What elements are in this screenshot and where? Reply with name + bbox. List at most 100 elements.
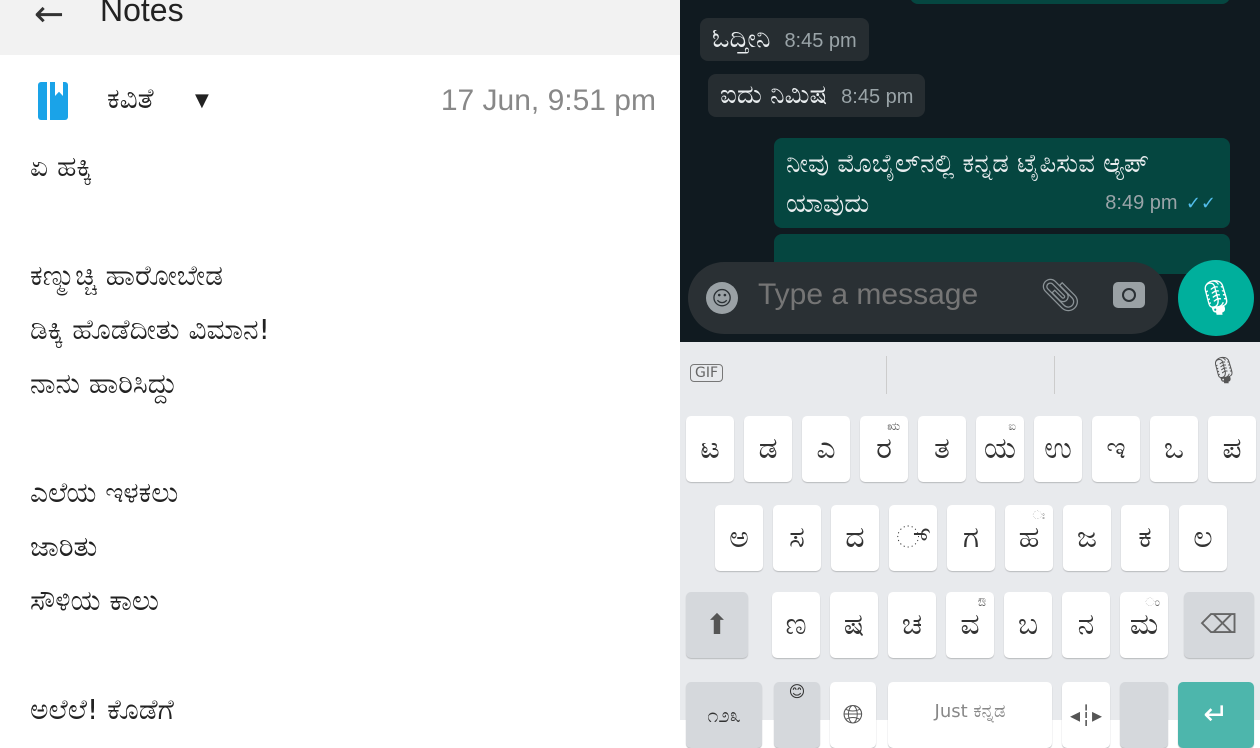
double-check-icon: ✓✓ <box>1185 193 1216 214</box>
notes-app: ← Notes ಕವಿತೆ ▼ 17 Jun, 9:51 pm ಏ ಹಕ್ಕಿ ಕ… <box>0 0 680 726</box>
key-hint: ಂ <box>1145 595 1160 609</box>
note-line: ಸೌಳಿಯ ಕಾಲು <box>30 584 159 618</box>
key[interactable]: ರಋ <box>860 416 908 482</box>
space-key[interactable]: Just ಕನ್ನಡ <box>888 682 1052 748</box>
key-label: ಚ <box>901 607 923 642</box>
key-label: ಸ <box>789 520 805 555</box>
key-hint: ಃ <box>1032 508 1045 522</box>
camera-icon[interactable] <box>1113 282 1145 308</box>
note-line <box>30 629 270 683</box>
key-hint: ಐ <box>1008 419 1016 433</box>
period-key[interactable] <box>1120 682 1168 748</box>
message-input-bar[interactable]: ☺ 📎︎ <box>688 262 1168 334</box>
key[interactable]: ಅ <box>715 505 763 571</box>
key[interactable]: ಮಂ <box>1120 592 1168 658</box>
gif-button[interactable]: GIF <box>690 364 724 382</box>
key-hint: ಔ <box>977 595 986 609</box>
note-line <box>30 411 270 465</box>
key-label: ಗ <box>962 520 980 555</box>
mic-icon: 🎙︎ <box>1194 278 1238 318</box>
key[interactable]: ್ <box>889 505 937 571</box>
message-bubble[interactable]: ಐದು ನಿಮಿಷ 8:45 pm <box>708 74 926 117</box>
key[interactable]: ಉ <box>1034 416 1082 482</box>
key[interactable]: ಹಃ <box>1005 505 1053 571</box>
message-input[interactable] <box>758 278 1018 312</box>
key-label: ದ <box>845 520 865 555</box>
key[interactable]: ಣ <box>772 592 820 658</box>
key[interactable]: ಕ <box>1121 505 1169 571</box>
notes-header: ← Notes <box>0 0 680 55</box>
mic-button[interactable]: 🎙︎ <box>1178 260 1254 336</box>
enter-icon: ↵ <box>1203 697 1229 732</box>
note-line: ನಾನು ಹಾರಿಸಿದ್ದು <box>30 367 178 401</box>
key-label: ್ <box>896 520 930 555</box>
note-line: ಅಲೆಲೆ! ಕೊಡೆಗೆ <box>30 692 174 726</box>
note-line: ಕಣ್ಮುಚ್ಚಿ ಹಾರೋಬೇಡ <box>30 258 223 292</box>
emoji-icon[interactable]: ☺ <box>706 282 738 314</box>
key-label: ಮ <box>1129 607 1159 642</box>
globe-key[interactable]: 🌐︎ <box>830 682 876 748</box>
emoji-key[interactable]: 😊 <box>774 682 820 748</box>
voice-input-icon[interactable]: 🎙︎ <box>1207 356 1240 386</box>
key[interactable]: ವಔ <box>946 592 994 658</box>
key[interactable]: ಟ <box>686 416 734 482</box>
key-label: ವ <box>960 607 980 642</box>
key[interactable]: ಷ <box>830 592 878 658</box>
key-label: ಡ <box>758 431 778 466</box>
shift-key[interactable]: ⬆ <box>686 592 748 658</box>
symbols-key[interactable]: ೧೨೩ <box>686 682 762 748</box>
key[interactable]: ಬ <box>1004 592 1052 658</box>
key[interactable]: ಎ <box>802 416 850 482</box>
key-label: ಟ <box>700 431 720 466</box>
key-label: ಪ <box>1222 431 1242 466</box>
key[interactable]: ಲ <box>1179 505 1227 571</box>
paperclip-icon[interactable]: 📎︎ <box>1040 276 1081 314</box>
key-label: ಷ <box>843 607 865 642</box>
key[interactable]: ಇ <box>1092 416 1140 482</box>
back-arrow-icon[interactable]: ← <box>34 0 64 35</box>
key-label: ತ <box>934 431 950 466</box>
divider <box>1054 356 1055 394</box>
message-bubble[interactable]: ನೀವು ಮೊಬೈಲ್‌ನಲ್ಲಿ ಕನ್ನಡ ಟೈಪಿಸುವ ಆ್ಯಪ್ ಯಾ… <box>774 138 1230 228</box>
key-label: ಬ <box>1017 607 1039 642</box>
key[interactable]: ಡ <box>744 416 792 482</box>
key[interactable]: ತ <box>918 416 966 482</box>
key-label: ರ <box>876 431 892 466</box>
key-label: ಲ <box>1193 520 1213 555</box>
key-label: ಯ <box>983 431 1017 466</box>
key-label: ಜ <box>1076 520 1098 555</box>
key[interactable]: ಒ <box>1150 416 1198 482</box>
message-time: 8:45 pm <box>841 86 914 108</box>
key[interactable]: ಗ <box>947 505 995 571</box>
message-text: ಓದ್ತೀನಿ <box>712 24 771 54</box>
key-label: ಹ <box>1018 520 1040 555</box>
cursor-move-key[interactable]: ◂┆▸ <box>1062 682 1110 748</box>
note-line <box>30 194 270 248</box>
message-bubble[interactable]: ಓದ್ತೀನಿ 8:45 pm <box>700 18 869 61</box>
page-title: Notes <box>100 0 184 28</box>
key-label: ನ <box>1077 607 1095 642</box>
globe-icon: 🌐︎ <box>842 700 864 730</box>
enter-key[interactable]: ↵ <box>1178 682 1254 748</box>
key[interactable]: ನ <box>1062 592 1110 658</box>
key-label: ಎ <box>816 431 836 466</box>
key[interactable]: ಚ <box>888 592 936 658</box>
message-text: ಐದು ನಿಮಿಷ <box>720 80 828 110</box>
key[interactable]: ಸ <box>773 505 821 571</box>
note-line: ಎಲೆಯ ಇಳಕಲು <box>30 475 179 509</box>
note-line: ಡಿಕ್ಕಿ ಹೊಡೆದೀತು ವಿಮಾನ! <box>30 312 270 346</box>
note-line: ಜಾರಿತು <box>30 530 98 564</box>
smiley-icon: 😊 <box>788 682 806 701</box>
key[interactable]: ಪ <box>1208 416 1256 482</box>
caret-down-icon[interactable]: ▼ <box>195 90 209 111</box>
notebook-icon <box>38 82 68 120</box>
key[interactable]: ಜ <box>1063 505 1111 571</box>
folder-selector[interactable]: ಕವಿತೆ <box>107 82 154 116</box>
key-label: ಅ <box>729 520 749 555</box>
backspace-key[interactable]: ⌫ <box>1184 592 1254 658</box>
note-body[interactable]: ಏ ಹಕ್ಕಿ ಕಣ್ಮುಚ್ಚಿ ಹಾರೋಬೇಡ ಡಿಕ್ಕಿ ಹೊಡೆದೀತು … <box>30 140 270 737</box>
message-time: 8:49 pm <box>1105 192 1178 214</box>
key[interactable]: ಯಐ <box>976 416 1024 482</box>
chat-area: ಓದ್ತೀನಿ 8:45 pm ಐದು ನಿಮಿಷ 8:45 pm ನೀವು ಮೊಬ… <box>680 0 1260 342</box>
key[interactable]: ದ <box>831 505 879 571</box>
